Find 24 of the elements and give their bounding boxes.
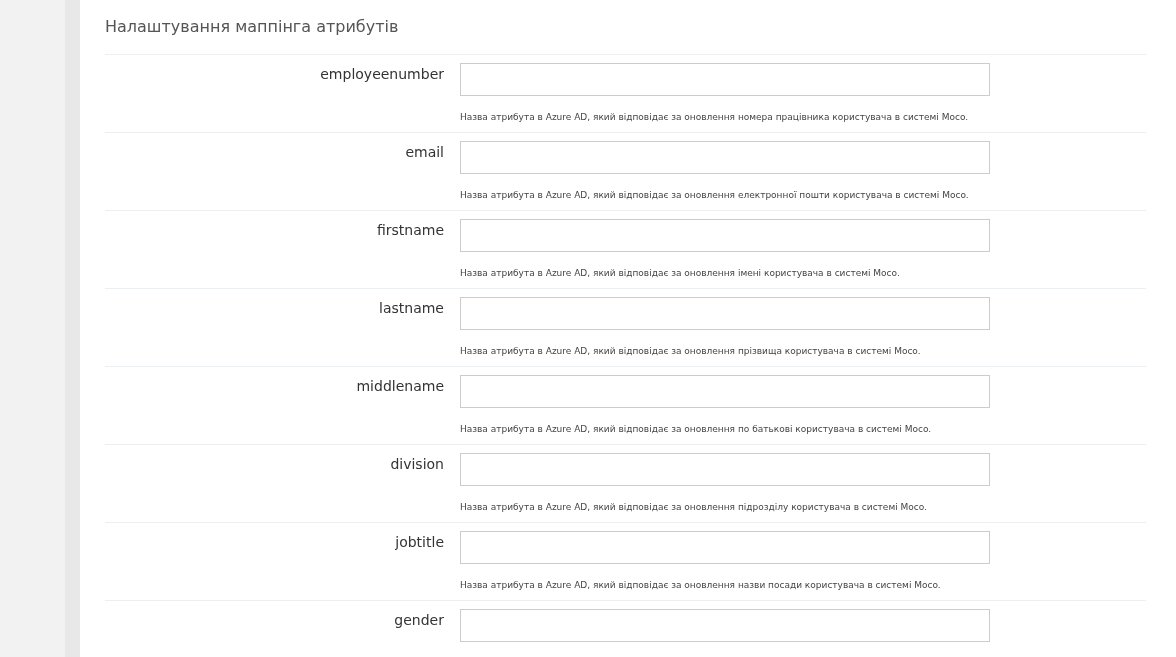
input-field[interactable] (460, 141, 990, 174)
field-label: jobtitle (394, 533, 444, 552)
input-field[interactable] (460, 219, 990, 252)
input-field[interactable] (460, 63, 990, 96)
field-label: division (389, 455, 444, 474)
help-text: Назва атрибута в Azure AD, який відповідає за оновлення імені користувача в системі Moco. (460, 268, 901, 278)
help-text: Назва атрибута в Azure AD, який відповідає за оновлення номера працівника користувача в системі Moco. (460, 112, 970, 122)
input-field[interactable] (460, 375, 990, 408)
field-label: firstname (375, 221, 444, 240)
field-label: lastname (378, 299, 444, 318)
input-field[interactable] (460, 609, 990, 642)
help-text: Назва атрибута в Azure AD, який відповідає за оновлення прізвища користувача в системі Moco. (460, 346, 922, 356)
input-field[interactable] (460, 453, 990, 486)
help-text: Назва атрибута в Azure AD, який відповідає за оновлення назви посади користувача в системі Moco. (460, 580, 942, 590)
help-text: Назва атрибута в Azure AD, який відповідає за оновлення підрозділу користувача в системі Moco. (460, 502, 928, 512)
section-title: Налаштування маппінга атрибутів (105, 16, 400, 38)
input-field[interactable] (460, 531, 990, 564)
field-label: gender (393, 611, 444, 630)
field-label: employeenumber (319, 65, 444, 84)
help-text: Назва атрибута в Azure AD, який відповідає за оновлення електронної пошти користувача в системі Moco. (460, 190, 970, 200)
field-label: middlename (355, 377, 444, 396)
input-field[interactable] (460, 297, 990, 330)
help-text: Назва атрибута в Azure AD, який відповідає за оновлення по батькові користувача в системі Moco. (460, 424, 933, 434)
field-label: email (404, 143, 444, 162)
